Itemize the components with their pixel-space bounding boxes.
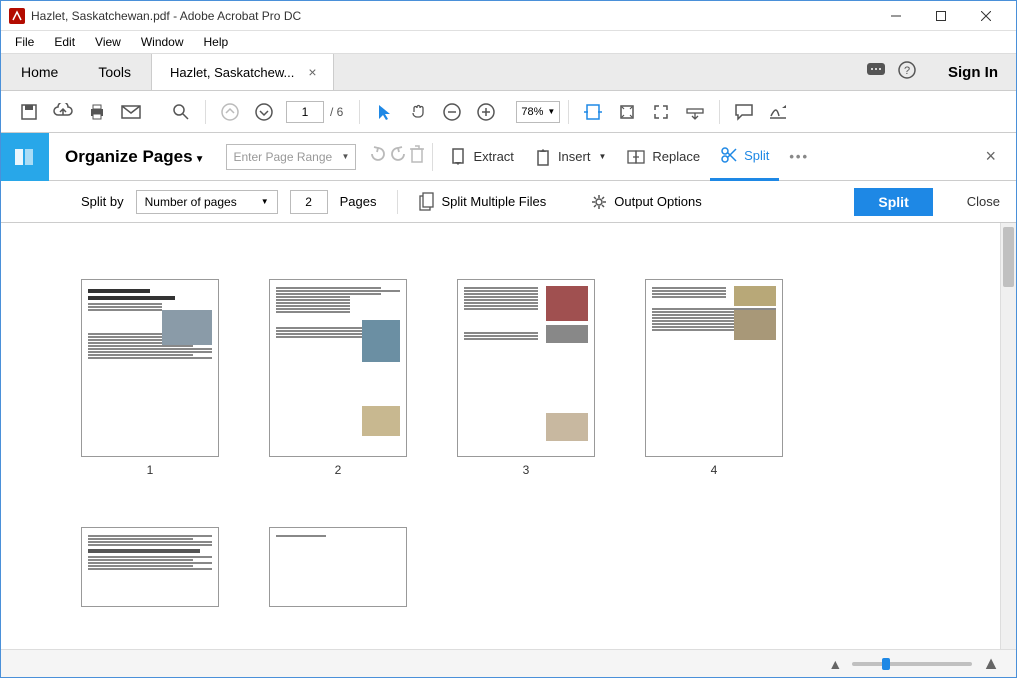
- fit-width-icon[interactable]: [577, 96, 609, 128]
- page-thumbnail[interactable]: [81, 527, 219, 607]
- thumb-label: 2: [335, 463, 342, 477]
- zoom-slider-handle[interactable]: [882, 658, 890, 670]
- reading-mode-icon[interactable]: [679, 96, 711, 128]
- page-thumbnail[interactable]: 4: [645, 279, 783, 477]
- main-toolbar: / 6 78%▼: [1, 91, 1016, 133]
- menu-help[interactable]: Help: [194, 33, 239, 51]
- split-by-select[interactable]: Number of pages▼: [136, 190, 278, 214]
- window-title: Hazlet, Saskatchewan.pdf - Adobe Acrobat…: [31, 9, 873, 23]
- split-by-label: Split by: [81, 194, 124, 209]
- more-button[interactable]: •••: [779, 141, 819, 173]
- page-range-input[interactable]: Enter Page Range▼: [226, 144, 356, 170]
- split-multiple-files-button[interactable]: Split Multiple Files: [418, 192, 547, 212]
- fit-page-icon[interactable]: [611, 96, 643, 128]
- organize-pages-toolbar: Organize Pages▼ Enter Page Range▼ Extrac…: [1, 133, 1016, 181]
- close-organize-icon[interactable]: ×: [985, 146, 996, 167]
- page-down-icon[interactable]: [248, 96, 280, 128]
- cloud-upload-icon[interactable]: [47, 96, 79, 128]
- acrobat-icon: [9, 8, 25, 24]
- delete-icon[interactable]: [408, 144, 426, 169]
- menu-window[interactable]: Window: [131, 33, 194, 51]
- organize-pages-icon: [1, 133, 49, 181]
- replace-button[interactable]: Replace: [616, 141, 710, 173]
- save-icon[interactable]: [13, 96, 45, 128]
- svg-text:?: ?: [904, 65, 910, 77]
- menubar: File Edit View Window Help: [1, 31, 1016, 53]
- thumb-label: 4: [711, 463, 718, 477]
- page-thumbnail[interactable]: 1: [81, 279, 219, 477]
- window-titlebar: Hazlet, Saskatchewan.pdf - Adobe Acrobat…: [1, 1, 1016, 31]
- page-thumbnail[interactable]: [269, 527, 407, 607]
- zoom-in-icon[interactable]: [470, 96, 502, 128]
- split-close-button[interactable]: Close: [967, 194, 1000, 209]
- tab-bar: Home Tools Hazlet, Saskatchew... × ? Sig…: [1, 53, 1016, 91]
- tab-document[interactable]: Hazlet, Saskatchew... ×: [151, 54, 333, 90]
- page-thumbnail[interactable]: 2: [269, 279, 407, 477]
- minimize-button[interactable]: [873, 2, 918, 30]
- fullscreen-icon[interactable]: [645, 96, 677, 128]
- maximize-button[interactable]: [918, 2, 963, 30]
- split-pages-input[interactable]: [290, 190, 328, 214]
- zoom-out-small-icon[interactable]: ▲: [828, 656, 842, 672]
- content-area: 1 2: [1, 223, 1016, 649]
- selection-arrow-icon[interactable]: [368, 96, 400, 128]
- zoom-slider[interactable]: [852, 662, 972, 666]
- split-execute-button[interactable]: Split: [854, 188, 932, 216]
- rotate-right-icon[interactable]: [388, 144, 408, 169]
- pages-label: Pages: [340, 194, 377, 209]
- tab-tools[interactable]: Tools: [78, 54, 151, 90]
- output-options-button[interactable]: Output Options: [590, 193, 701, 211]
- tab-home[interactable]: Home: [1, 54, 78, 90]
- sign-icon[interactable]: [762, 96, 794, 128]
- thumb-label: 3: [523, 463, 530, 477]
- email-icon[interactable]: [115, 96, 147, 128]
- notifications-icon[interactable]: [866, 62, 886, 83]
- page-total-label: / 6: [330, 105, 343, 119]
- page-thumbnail[interactable]: 3: [457, 279, 595, 477]
- print-icon[interactable]: [81, 96, 113, 128]
- sign-in-button[interactable]: Sign In: [930, 54, 1016, 90]
- vertical-scrollbar[interactable]: [1000, 223, 1016, 649]
- tab-document-title: Hazlet, Saskatchew...: [170, 65, 294, 80]
- organize-pages-title[interactable]: Organize Pages▼: [49, 147, 210, 167]
- rotate-left-icon[interactable]: [368, 144, 388, 169]
- menu-edit[interactable]: Edit: [44, 33, 85, 51]
- hand-pan-icon[interactable]: [402, 96, 434, 128]
- zoom-out-icon[interactable]: [436, 96, 468, 128]
- bottom-zoom-bar: ▲ ▲: [1, 649, 1016, 677]
- split-button[interactable]: Split: [710, 133, 779, 181]
- page-up-icon[interactable]: [214, 96, 246, 128]
- help-icon[interactable]: ?: [898, 61, 916, 84]
- zoom-level-select[interactable]: 78%▼: [516, 101, 560, 123]
- comment-icon[interactable]: [728, 96, 760, 128]
- tab-close-icon[interactable]: ×: [304, 64, 320, 80]
- thumb-label: 1: [147, 463, 154, 477]
- thumbnails-area[interactable]: 1 2: [1, 223, 1000, 649]
- menu-view[interactable]: View: [85, 33, 131, 51]
- insert-button[interactable]: Insert ▼: [524, 141, 616, 173]
- extract-button[interactable]: Extract: [439, 141, 523, 173]
- close-window-button[interactable]: [963, 2, 1008, 30]
- zoom-in-large-icon[interactable]: ▲: [982, 653, 1000, 674]
- split-options-bar: Split by Number of pages▼ Pages Split Mu…: [1, 181, 1016, 223]
- menu-file[interactable]: File: [5, 33, 44, 51]
- page-number-input[interactable]: [286, 101, 324, 123]
- scrollbar-thumb[interactable]: [1003, 227, 1014, 287]
- search-icon[interactable]: [165, 96, 197, 128]
